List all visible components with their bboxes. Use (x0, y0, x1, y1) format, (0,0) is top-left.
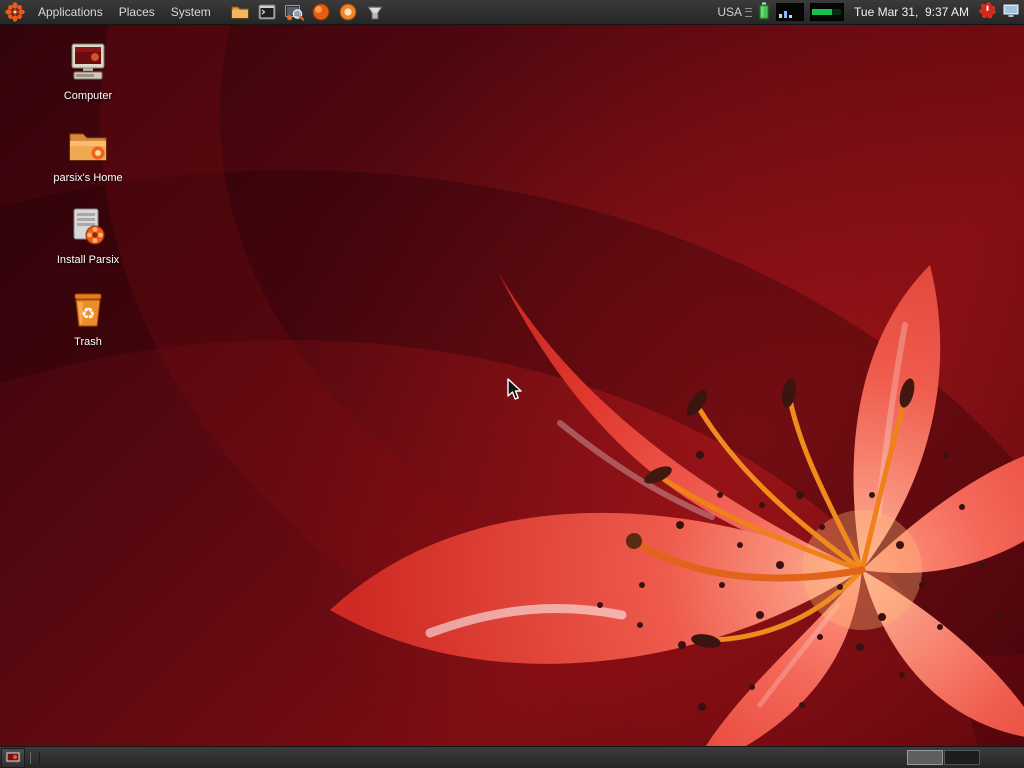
svg-text:♻: ♻ (81, 306, 95, 323)
workspace-1[interactable] (907, 750, 943, 765)
volume-applet[interactable] (776, 3, 804, 21)
mouse-cursor (506, 378, 526, 402)
menu-system[interactable]: System (163, 0, 219, 24)
logout-icon[interactable] (979, 2, 996, 22)
show-desktop-button[interactable] (1, 748, 25, 768)
desktop-icon-column: Computer parsix's Home (40, 39, 136, 367)
home-folder-icon (64, 121, 112, 169)
desktop-icon-home[interactable]: parsix's Home (40, 121, 136, 203)
keyboard-layout-indicator[interactable]: USA (717, 5, 752, 19)
desktop-icon-label: Install Parsix (57, 254, 119, 266)
screenshot-launcher-icon[interactable] (283, 1, 305, 23)
show-desktop-icon (5, 751, 21, 765)
desktop-icon-trash[interactable]: ♻ Trash (40, 285, 136, 367)
top-panel-left: Applications Places System (0, 0, 386, 24)
display-icon[interactable] (1002, 3, 1020, 22)
desktop-icon-label: Computer (64, 90, 112, 102)
keyboard-layout-label: USA (717, 5, 742, 19)
bottom-panel (0, 746, 1024, 768)
parsix-logo-icon[interactable] (4, 1, 26, 23)
menu-applications[interactable]: Applications (30, 0, 111, 24)
clock[interactable]: Tue Mar 31, 9:37 AM (850, 5, 973, 19)
media-player-launcher-icon[interactable] (337, 1, 359, 23)
installer-icon (64, 203, 112, 251)
grip-icon (745, 8, 752, 17)
package-tool-launcher-icon[interactable] (364, 1, 386, 23)
top-panel-right: USA (717, 0, 1024, 24)
desktop-icon-label: parsix's Home (53, 172, 122, 184)
desktop-screen: Applications Places System (0, 0, 1024, 768)
file-manager-launcher-icon[interactable] (229, 1, 251, 23)
system-monitor-applet[interactable] (810, 3, 844, 21)
menu-places[interactable]: Places (111, 0, 163, 24)
computer-icon (64, 39, 112, 87)
desktop-icon-computer[interactable]: Computer (40, 39, 136, 121)
bottom-panel-left (0, 747, 40, 768)
workspace-2[interactable] (944, 750, 980, 765)
window-list-grip[interactable] (30, 752, 40, 764)
desktop[interactable]: Computer parsix's Home (0, 25, 1024, 746)
desktop-icon-install[interactable]: Install Parsix (40, 203, 136, 285)
trash-icon: ♻ (64, 285, 112, 333)
battery-icon[interactable] (758, 2, 770, 23)
workspace-switcher (907, 750, 980, 765)
web-browser-launcher-icon[interactable] (310, 1, 332, 23)
panel-launchers (229, 1, 386, 23)
terminal-launcher-icon[interactable] (256, 1, 278, 23)
top-panel: Applications Places System (0, 0, 1024, 25)
desktop-icon-label: Trash (74, 336, 102, 348)
